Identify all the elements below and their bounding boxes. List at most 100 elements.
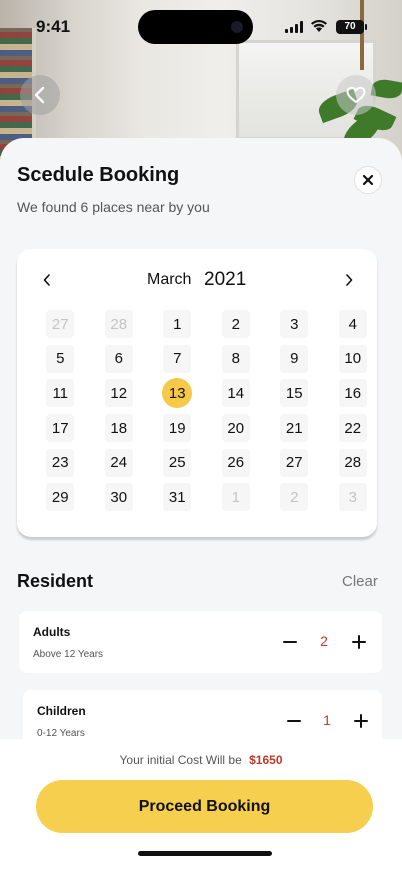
adults-count: 2 <box>320 633 328 649</box>
adults-label: Adults <box>33 625 71 639</box>
previous-month-button[interactable] <box>37 269 57 291</box>
close-button[interactable] <box>354 166 382 194</box>
favorite-button[interactable] <box>336 75 376 115</box>
calendar-day[interactable]: 30 <box>90 480 149 515</box>
calendar-day[interactable]: 26 <box>207 445 266 480</box>
calendar-day[interactable]: 17 <box>31 411 90 446</box>
next-month-button[interactable] <box>339 269 359 291</box>
battery-icon: 70 <box>336 20 367 34</box>
day-number: 21 <box>285 419 303 437</box>
day-number: 17 <box>51 419 69 437</box>
day-number: 6 <box>114 350 123 368</box>
calendar-day[interactable]: 12 <box>90 376 149 411</box>
day-number: 27 <box>51 315 69 333</box>
calendar-day[interactable]: 8 <box>207 342 266 377</box>
calendar-day[interactable]: 19 <box>148 411 207 446</box>
day-number: 1 <box>173 315 182 333</box>
calendar-day[interactable]: 20 <box>207 411 266 446</box>
day-number: 27 <box>285 454 303 472</box>
day-number: 11 <box>52 384 69 402</box>
day-number: 2 <box>231 315 240 333</box>
calendar-day[interactable]: 9 <box>265 342 324 377</box>
day-number: 10 <box>344 350 362 368</box>
calendar-day[interactable]: 22 <box>324 411 383 446</box>
sheet-title: Scedule Booking <box>17 164 180 186</box>
day-number: 28 <box>110 315 128 333</box>
day-number: 29 <box>51 488 69 506</box>
calendar-day[interactable]: 4 <box>324 307 383 342</box>
day-number: 30 <box>110 488 128 506</box>
calendar-day[interactable]: 14 <box>207 376 266 411</box>
calendar-grid: 27 28 1 2 3 4 5 6 7 8 9 10 11 12 13 14 15 16 17 18 19 20 21 22 2… <box>31 307 382 515</box>
day-number: 16 <box>344 384 362 402</box>
adults-card: Adults Above 12 Years 2 <box>19 611 382 673</box>
calendar-day[interactable]: 7 <box>148 342 207 377</box>
calendar-day[interactable]: 24 <box>90 445 149 480</box>
back-button[interactable] <box>20 75 60 115</box>
calendar-day-selected[interactable]: 13 <box>148 376 207 411</box>
day-number: 20 <box>227 419 245 437</box>
plus-icon <box>354 714 368 728</box>
calendar-year: 2021 <box>204 269 247 290</box>
calendar-day[interactable]: 16 <box>324 376 383 411</box>
home-indicator <box>138 851 272 856</box>
calendar-day[interactable]: 2 <box>265 480 324 515</box>
calendar-month: March <box>147 271 192 288</box>
calendar-day[interactable]: 11 <box>31 376 90 411</box>
clear-button[interactable]: Clear <box>342 573 378 590</box>
wifi-icon <box>311 20 327 32</box>
day-number: 22 <box>344 419 362 437</box>
day-number: 15 <box>285 384 303 402</box>
adults-increment-button[interactable] <box>348 631 370 653</box>
day-number: 31 <box>168 488 186 506</box>
children-count: 1 <box>323 712 331 728</box>
dynamic-island <box>138 10 253 44</box>
day-number: 4 <box>348 315 357 333</box>
calendar-day[interactable]: 15 <box>265 376 324 411</box>
calendar-day[interactable]: 3 <box>265 307 324 342</box>
day-number: 3 <box>290 315 299 333</box>
calendar-day[interactable]: 27 <box>31 307 90 342</box>
children-increment-button[interactable] <box>350 710 372 732</box>
day-number: 28 <box>344 454 362 472</box>
calendar-day[interactable]: 1 <box>148 307 207 342</box>
calendar-day[interactable]: 29 <box>31 480 90 515</box>
minus-icon <box>287 720 301 722</box>
calendar-day[interactable]: 5 <box>31 342 90 377</box>
day-number: 1 <box>231 488 240 506</box>
children-description: 0-12 Years <box>37 728 85 739</box>
day-number: 19 <box>168 419 186 437</box>
calendar-day[interactable]: 10 <box>324 342 383 377</box>
children-decrement-button[interactable] <box>283 710 305 732</box>
calendar-day[interactable]: 6 <box>90 342 149 377</box>
children-label: Children <box>37 704 86 718</box>
proceed-booking-button[interactable]: Proceed Booking <box>36 780 373 833</box>
calendar-day[interactable]: 2 <box>207 307 266 342</box>
calendar-day[interactable]: 28 <box>90 307 149 342</box>
day-number: 25 <box>168 454 186 472</box>
day-number: 3 <box>348 488 357 506</box>
adults-description: Above 12 Years <box>33 649 104 660</box>
day-number: 8 <box>231 350 240 368</box>
calendar-day[interactable]: 3 <box>324 480 383 515</box>
status-bar: 9:41 70 <box>0 0 402 54</box>
calendar-day[interactable]: 18 <box>90 411 149 446</box>
day-number: 23 <box>51 454 69 472</box>
day-number: 26 <box>227 454 245 472</box>
calendar-day[interactable]: 21 <box>265 411 324 446</box>
status-time: 9:41 <box>36 17 71 36</box>
calendar-day[interactable]: 28 <box>324 445 383 480</box>
cost-amount: $1650 <box>249 753 283 767</box>
calendar-day[interactable]: 31 <box>148 480 207 515</box>
cost-summary: Your initial Cost Will be $1650 <box>0 753 402 767</box>
calendar-day[interactable]: 1 <box>207 480 266 515</box>
calendar-day[interactable]: 25 <box>148 445 207 480</box>
adults-decrement-button[interactable] <box>279 631 301 653</box>
day-number: 13 <box>168 384 186 402</box>
chevron-left-icon <box>34 86 45 104</box>
calendar: March 2021 27 28 1 2 3 4 5 6 7 8 9 10 11 12 13 14 15 16 17… <box>17 249 377 537</box>
calendar-day[interactable]: 23 <box>31 445 90 480</box>
day-number: 18 <box>110 419 128 437</box>
day-number: 24 <box>110 454 128 472</box>
calendar-day[interactable]: 27 <box>265 445 324 480</box>
